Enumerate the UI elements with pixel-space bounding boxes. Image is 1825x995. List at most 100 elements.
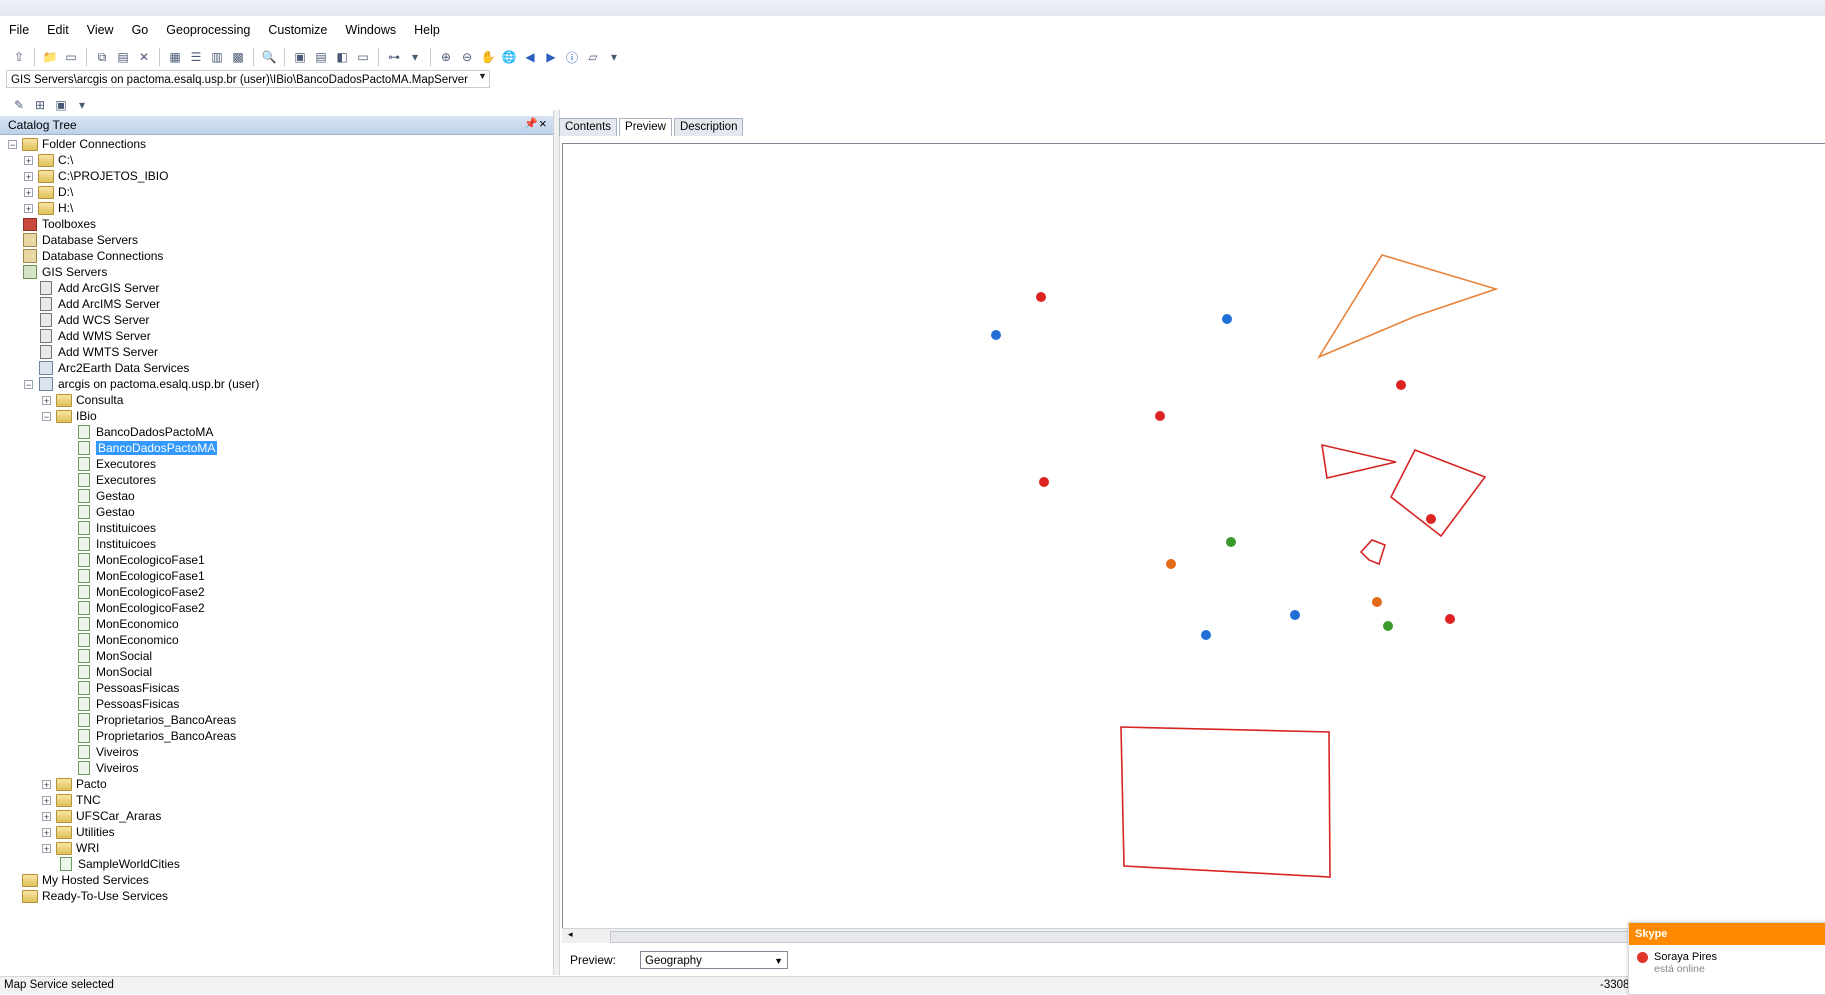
map-preview[interactable] <box>562 143 1825 932</box>
tab-contents[interactable]: Contents <box>559 118 618 136</box>
paste-icon[interactable]: ▤ <box>114 48 132 66</box>
disconnect-folder-icon[interactable]: ▭ <box>62 48 80 66</box>
large-icons-icon[interactable]: ▦ <box>166 48 184 66</box>
expand-icon[interactable]: + <box>24 155 33 165</box>
tree-node-ready-to-use[interactable]: Ready-To-Use Services <box>22 888 168 904</box>
pane-splitter[interactable] <box>553 110 560 975</box>
tree-node-map-service[interactable]: MonEcologicoFase2 <box>76 600 205 616</box>
tree-node-map-service[interactable]: MonEconomico <box>76 616 179 632</box>
tree-node-d-drive[interactable]: + D:\ <box>24 184 73 200</box>
tree-node-pacto[interactable]: + Pacto <box>42 776 107 792</box>
location-field[interactable]: GIS Servers\arcgis on pactoma.esalq.usp.… <box>6 70 490 88</box>
catalog-tree-icon[interactable]: ▤ <box>312 48 330 66</box>
expand-icon[interactable]: + <box>42 795 51 805</box>
tree-node-add-wcs-server[interactable]: Add WCS Server <box>38 312 149 328</box>
collapse-icon[interactable]: − <box>24 379 33 389</box>
tree-node-add-wmts-server[interactable]: Add WMTS Server <box>38 344 158 360</box>
tab-preview[interactable]: Preview <box>619 118 672 136</box>
tree-node-projetos[interactable]: + C:\PROJETOS_IBIO <box>24 168 168 184</box>
menu-file[interactable]: File <box>0 18 38 42</box>
add-data-icon[interactable]: ⊞ <box>31 96 49 114</box>
expand-icon[interactable]: + <box>42 811 51 821</box>
menu-windows[interactable]: Windows <box>336 18 405 42</box>
tree-node-map-service[interactable]: PessoasFisicas <box>76 696 179 712</box>
details-icon[interactable]: ▥ <box>208 48 226 66</box>
back-icon[interactable]: ◀ <box>521 48 539 66</box>
search-icon[interactable]: 🔍 <box>260 48 278 66</box>
copy-icon[interactable]: ⧉ <box>93 48 111 66</box>
create-thumbnail-icon[interactable]: ▱ <box>584 48 602 66</box>
tree-node-map-service[interactable]: MonEcologicoFase1 <box>76 552 205 568</box>
tree-node-map-service[interactable]: BancoDadosPactoMA <box>76 424 213 440</box>
skype-notification[interactable]: Skype Soraya Pires está online <box>1628 922 1825 995</box>
location-dropdown-icon[interactable]: ▼ <box>478 71 487 81</box>
model-builder-icon[interactable]: ⊶ <box>385 48 403 66</box>
tree-node-sampleworldcities[interactable]: SampleWorldCities <box>58 856 180 872</box>
tree-node-ibio[interactable]: − IBio <box>42 408 97 424</box>
tab-description[interactable]: Description <box>673 118 744 136</box>
tree-node-wri[interactable]: + WRI <box>42 840 99 856</box>
tree-node-tnc[interactable]: + TNC <box>42 792 101 808</box>
menu-go[interactable]: Go <box>123 18 158 42</box>
thumbnails-icon[interactable]: ▩ <box>229 48 247 66</box>
collapse-icon[interactable]: − <box>8 139 17 149</box>
connect-folder-icon[interactable]: 📁 <box>41 48 59 66</box>
tree-node-add-wms-server[interactable]: Add WMS Server <box>38 328 151 344</box>
tree-node-map-service[interactable]: MonEconomico <box>76 632 179 648</box>
close-icon[interactable]: × <box>539 116 547 131</box>
tree-node-map-service[interactable]: Proprietarios_BancoAreas <box>76 712 236 728</box>
toolbar-options-icon[interactable]: ▾ <box>605 48 623 66</box>
expand-icon[interactable]: + <box>42 843 51 853</box>
tree-node-map-service[interactable]: Viveiros <box>76 744 138 760</box>
toolbar-options-icon[interactable]: ▾ <box>406 48 424 66</box>
tree-node-map-service[interactable]: PessoasFisicas <box>76 680 179 696</box>
tree-node-database-connections[interactable]: Database Connections <box>22 248 163 264</box>
scrollbar-thumb[interactable] <box>610 931 1662 943</box>
tree-node-database-servers[interactable]: Database Servers <box>22 232 138 248</box>
tree-node-ufscar[interactable]: + UFSCar_Araras <box>42 808 161 824</box>
identify-icon[interactable]: ⓘ <box>563 48 581 66</box>
expand-icon[interactable]: + <box>24 171 33 181</box>
collapse-icon[interactable]: − <box>42 411 51 421</box>
tree-node-map-service[interactable]: MonSocial <box>76 664 152 680</box>
menu-customize[interactable]: Customize <box>259 18 336 42</box>
tree-node-folder-connections[interactable]: − Folder Connections <box>8 136 146 152</box>
tree-node-map-service[interactable]: MonSocial <box>76 648 152 664</box>
tree-node-add-arcgis-server[interactable]: Add ArcGIS Server <box>38 280 159 296</box>
tree-node-map-service[interactable]: Proprietarios_BancoAreas <box>76 728 236 744</box>
expand-icon[interactable]: + <box>24 187 33 197</box>
scroll-left-icon[interactable]: ◂ <box>568 929 573 940</box>
new-item-icon[interactable]: ✎ <box>10 96 28 114</box>
tree-node-c-drive[interactable]: + C:\ <box>24 152 73 168</box>
delete-icon[interactable]: ✕ <box>135 48 153 66</box>
full-extent-icon[interactable]: 🌐 <box>500 48 518 66</box>
expand-icon[interactable]: + <box>42 827 51 837</box>
preview-type-select[interactable]: Geography ▼ <box>640 951 789 969</box>
toolbar-options-icon[interactable]: ▾ <box>73 96 91 114</box>
import-icon[interactable]: ▣ <box>52 96 70 114</box>
tree-node-h-drive[interactable]: + H:\ <box>24 200 73 216</box>
menu-geoprocessing[interactable]: Geoprocessing <box>157 18 259 42</box>
tree-node-arcgis-pactoma[interactable]: − arcgis on pactoma.esalq.usp.br (user) <box>24 376 259 392</box>
tree-node-add-arcims-server[interactable]: Add ArcIMS Server <box>38 296 160 312</box>
tree-node-map-service-selected[interactable]: BancoDadosPactoMA <box>76 440 219 456</box>
tree-node-my-hosted-services[interactable]: My Hosted Services <box>22 872 149 888</box>
tree-node-map-service[interactable]: MonEcologicoFase2 <box>76 584 205 600</box>
list-icon[interactable]: ☰ <box>187 48 205 66</box>
tree-node-arc2earth[interactable]: Arc2Earth Data Services <box>38 360 189 376</box>
zoom-in-icon[interactable]: ⊕ <box>437 48 455 66</box>
tree-node-consulta[interactable]: + Consulta <box>42 392 123 408</box>
expand-icon[interactable]: + <box>42 779 51 789</box>
menu-edit[interactable]: Edit <box>38 18 78 42</box>
zoom-out-icon[interactable]: ⊖ <box>458 48 476 66</box>
pan-icon[interactable]: ✋ <box>479 48 497 66</box>
expand-icon[interactable]: + <box>42 395 51 405</box>
menu-view[interactable]: View <box>78 18 123 42</box>
launch-arcmap-icon[interactable]: ▣ <box>291 48 309 66</box>
tree-node-map-service[interactable]: Instituicoes <box>76 536 156 552</box>
tree-node-map-service[interactable]: Gestao <box>76 504 135 520</box>
tree-node-map-service[interactable]: Executores <box>76 456 156 472</box>
menu-help[interactable]: Help <box>405 18 449 42</box>
tree-node-map-service[interactable]: Gestao <box>76 488 135 504</box>
tree-node-utilities[interactable]: + Utilities <box>42 824 115 840</box>
